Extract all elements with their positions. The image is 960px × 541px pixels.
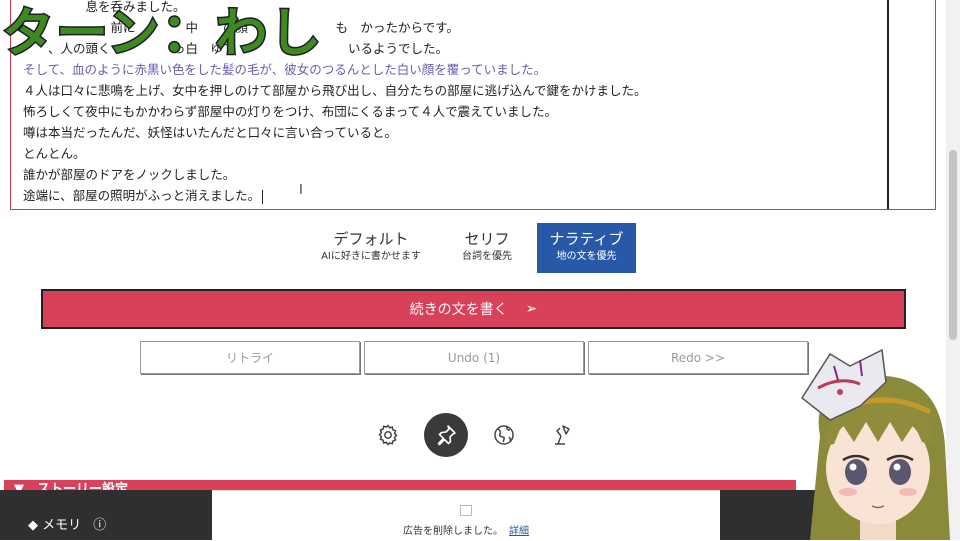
memory-label: ◆ メモリ — [28, 518, 82, 533]
mode-dialogue[interactable]: セリフ 台詞を優先 — [446, 223, 528, 273]
stream-overlay-title: ターン：わし — [0, 3, 324, 66]
redo-button[interactable]: Redo >> — [588, 341, 808, 374]
ibeam-cursor-icon: I — [299, 183, 303, 198]
story-line-last: 途端に、部屋の照明がふっと消えました。 — [23, 186, 264, 206]
pin-icon[interactable] — [424, 413, 468, 457]
mode-title: デフォルト — [333, 230, 409, 248]
ad-message: 広告を削除しました。 — [403, 526, 503, 537]
mode-subtitle: AIに好きに書かせます — [321, 251, 421, 262]
image-placeholder-icon — [460, 505, 472, 516]
ad-removed-text: 広告を削除しました。 詳細 — [212, 522, 720, 537]
ad-panel: 広告を削除しました。 詳細 — [212, 490, 720, 541]
retry-button[interactable]: リトライ — [140, 341, 360, 374]
mode-narrative[interactable]: ナラティブ 地の文を優先 — [537, 223, 636, 273]
memory-toggle[interactable]: ◆ メモリ ⓘ — [28, 514, 106, 533]
mode-subtitle: 地の文を優先 — [556, 251, 617, 262]
gear-icon[interactable] — [366, 413, 410, 457]
mode-default[interactable]: デフォルト AIに好きに書かせます — [310, 223, 432, 273]
vtuber-avatar — [790, 346, 960, 540]
continue-writing-label: 続きの文を書く — [409, 302, 508, 318]
send-arrow-icon: ➢ — [525, 301, 538, 317]
lamp-icon[interactable] — [540, 413, 584, 457]
page-scrollbar-thumb[interactable] — [949, 150, 957, 340]
mode-title: セリフ — [464, 230, 510, 248]
globe-icon[interactable] — [482, 413, 526, 457]
story-line: とんとん。 — [23, 146, 86, 161]
story-line: ４人は口々に悲鳴を上げ、女中を押しのけて部屋から飛び出し、自分たちの部屋に逃げ込… — [23, 83, 647, 98]
story-line: 噂は本当だったんだ、妖怪はいたんだと口々に言い合っていると。 — [23, 125, 398, 140]
ad-details-link[interactable]: 詳細 — [509, 526, 529, 537]
text-cursor — [262, 189, 264, 204]
story-line: 誰かが部屋のドアをノックしました。 — [23, 167, 236, 182]
mode-title: ナラティブ — [549, 230, 624, 248]
mode-subtitle: 台詞を優先 — [462, 251, 512, 262]
story-line: 怖ろしくて夜中にもかかわらず部屋中の灯りをつけ、布団にくるまって４人で震えていま… — [23, 104, 558, 119]
continue-writing-button[interactable]: 続きの文を書く ➢ — [41, 289, 906, 329]
info-icon[interactable]: ⓘ — [93, 518, 106, 533]
undo-button[interactable]: Undo (1) — [364, 341, 584, 374]
